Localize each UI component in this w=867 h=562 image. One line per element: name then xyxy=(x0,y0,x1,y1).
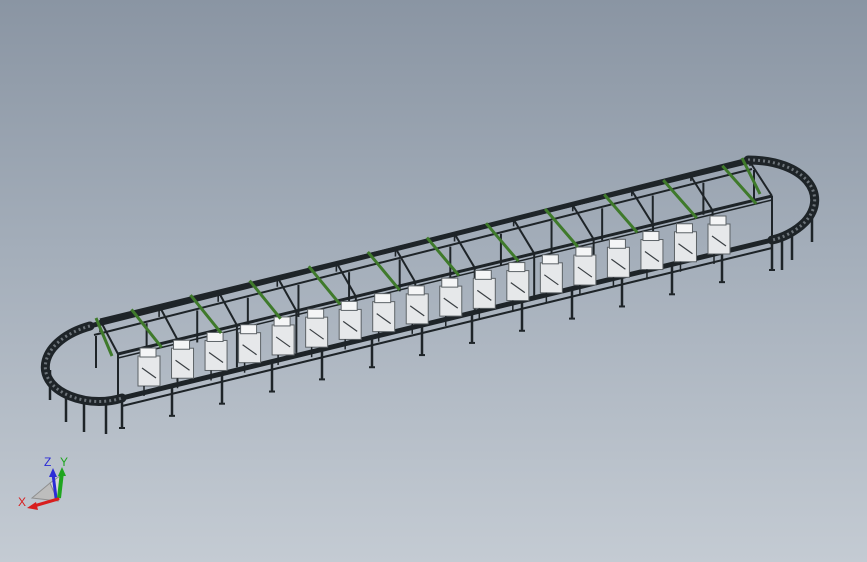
bay-brace xyxy=(366,250,401,291)
axis-label-z: Z xyxy=(44,455,52,469)
station-screen xyxy=(508,262,526,273)
bay-brace xyxy=(307,265,342,306)
overhead-cross-beam xyxy=(217,290,238,326)
support-legs xyxy=(48,170,814,434)
station-body xyxy=(506,270,530,302)
station-screen xyxy=(206,331,224,342)
station-body xyxy=(171,347,195,379)
station-body xyxy=(372,301,396,333)
bay-brace xyxy=(662,179,698,220)
station-body xyxy=(573,254,597,286)
bay-brace xyxy=(248,279,282,320)
overhead-cross-beam xyxy=(394,247,417,283)
station-body xyxy=(204,339,228,371)
station-screen xyxy=(139,347,157,358)
overhead-cross-beam xyxy=(158,305,179,341)
station-body xyxy=(338,308,362,340)
station-screen xyxy=(407,285,425,296)
cad-viewport[interactable]: Z Y X xyxy=(0,0,867,562)
station-body xyxy=(606,246,630,278)
station-screen xyxy=(307,308,325,319)
station-screen xyxy=(340,300,358,311)
station-body xyxy=(238,332,262,364)
station-body xyxy=(305,316,329,348)
conveyor-assembly-model[interactable] xyxy=(0,0,867,562)
station-screen xyxy=(273,316,291,327)
axis-label-y: Y xyxy=(60,455,69,469)
station-screen xyxy=(474,269,492,280)
orientation-triad[interactable]: Z Y X xyxy=(14,452,80,514)
station-screen xyxy=(173,339,191,350)
bay-brace xyxy=(189,294,223,334)
axis-label-x: X xyxy=(18,495,27,509)
station-body xyxy=(405,293,429,325)
left-end-rollers xyxy=(43,324,123,403)
station-body xyxy=(271,324,295,356)
overhead-cross-beam xyxy=(335,262,357,298)
station-screen xyxy=(709,215,727,226)
station-body xyxy=(439,285,463,317)
station-screen xyxy=(642,231,660,242)
station-screen xyxy=(541,254,559,265)
station-screen xyxy=(575,246,593,257)
station-body xyxy=(539,262,563,294)
station-body xyxy=(137,355,161,387)
station-body xyxy=(707,223,731,255)
station-body xyxy=(640,239,664,271)
station-screen xyxy=(675,223,693,234)
overhead-front-beam xyxy=(117,194,773,356)
station-body xyxy=(472,277,496,309)
station-body xyxy=(673,231,697,263)
overhead-cross-beam xyxy=(276,276,298,312)
station-screen xyxy=(441,277,459,288)
station-screen xyxy=(608,238,626,249)
station-screen xyxy=(240,324,258,335)
station-screen xyxy=(374,293,392,304)
front-rail-lower xyxy=(121,247,773,407)
